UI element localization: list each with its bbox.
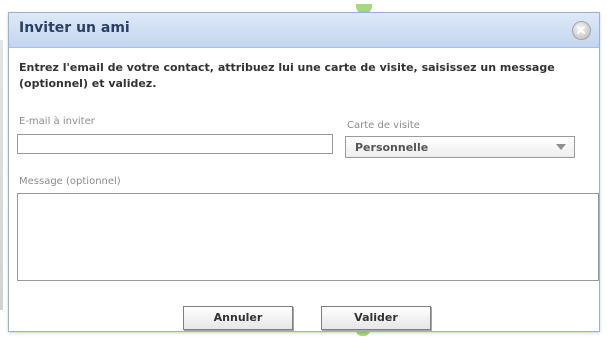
dialog-title: Inviter un ami [19, 20, 130, 36]
business-card-label: Carte de visite [347, 120, 420, 131]
page: Inviter un ami Entrez l'email de votre c… [0, 0, 607, 338]
message-field[interactable] [17, 193, 599, 281]
chevron-down-icon [556, 144, 566, 150]
background-left-edge [0, 40, 3, 310]
cancel-button[interactable]: Annuler [183, 306, 293, 330]
business-card-select[interactable]: Personnelle [345, 136, 575, 158]
close-x-glyph [577, 26, 585, 34]
dialog-titlebar: Inviter un ami [9, 13, 599, 48]
invite-friend-dialog: Inviter un ami Entrez l'email de votre c… [8, 12, 600, 332]
email-label: E-mail à inviter [19, 116, 95, 127]
close-icon[interactable] [572, 21, 591, 40]
message-label: Message (optionnel) [19, 176, 121, 187]
dialog-instructions: Entrez l'email de votre contact, attribu… [19, 61, 555, 90]
validate-button[interactable]: Valider [321, 306, 431, 330]
business-card-selected-value: Personnelle [355, 141, 429, 154]
email-field[interactable] [17, 134, 333, 154]
